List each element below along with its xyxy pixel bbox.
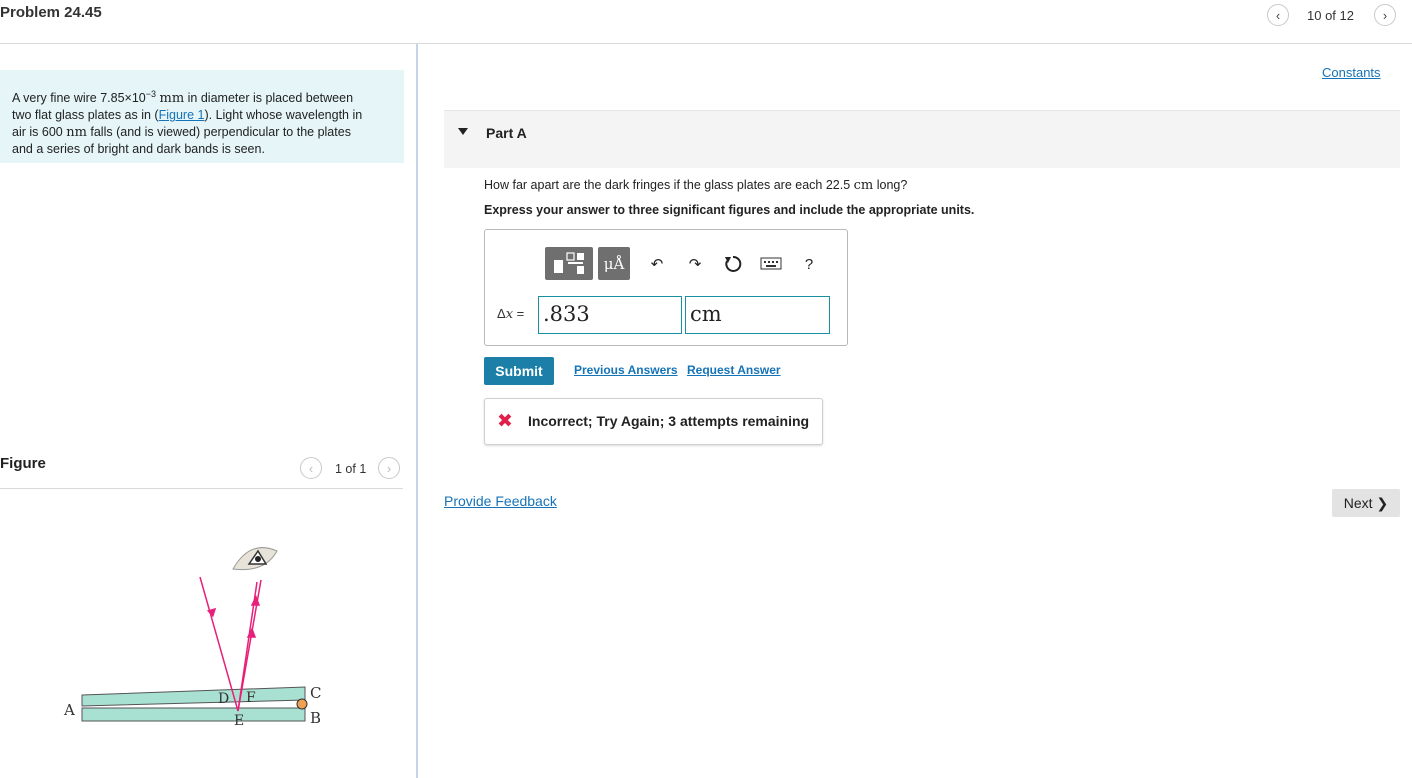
wire bbox=[296, 698, 308, 710]
statement-line-4: and a series of bright and dark bands is… bbox=[12, 142, 265, 157]
redo-icon[interactable]: ↷ bbox=[682, 255, 708, 273]
chevron-left-icon: ‹ bbox=[1275, 7, 1281, 23]
templates-button[interactable] bbox=[545, 247, 593, 280]
part-a-header[interactable] bbox=[444, 110, 1400, 168]
statement-line-2: two flat glass plates as in (Figure 1). … bbox=[12, 108, 363, 123]
previous-figure-button[interactable]: ‹ bbox=[300, 457, 322, 479]
statement-line-3: air is 600 nm falls (and is viewed) perp… bbox=[12, 124, 351, 140]
next-figure-button[interactable]: › bbox=[378, 457, 400, 479]
label-b: B bbox=[310, 709, 321, 727]
reset-icon[interactable] bbox=[720, 254, 746, 278]
answer-label: Δx = bbox=[497, 306, 525, 322]
request-answer-link[interactable]: Request Answer bbox=[687, 363, 781, 377]
figure-1-link[interactable]: Figure 1 bbox=[159, 108, 205, 122]
header-divider bbox=[0, 43, 1412, 44]
units-button[interactable]: μÅ bbox=[598, 247, 630, 280]
problem-title: Problem 24.45 bbox=[0, 4, 102, 21]
keyboard-glyph bbox=[760, 257, 782, 270]
question-text: How far apart are the dark fringes if th… bbox=[484, 178, 908, 193]
figure-title: Figure bbox=[0, 455, 46, 472]
help-button[interactable]: ? bbox=[796, 256, 822, 273]
upper-glass-plate bbox=[81, 686, 306, 707]
label-d: D bbox=[218, 691, 229, 707]
chevron-right-icon: ❯ bbox=[1376, 494, 1389, 511]
answer-box: μÅ ↶ ↷ ? Δx = .833 cm bbox=[484, 229, 848, 346]
problem-statement: A very fine wire 7.85×10−3 mm in diamete… bbox=[0, 70, 404, 163]
chevron-left-icon: ‹ bbox=[308, 460, 314, 476]
wedge-figure: A B C D F E bbox=[63, 547, 321, 729]
answer-value-input[interactable]: .833 bbox=[538, 296, 682, 334]
label-a: A bbox=[63, 701, 75, 719]
label-f: F bbox=[246, 690, 256, 706]
reset-glyph bbox=[725, 255, 742, 272]
previous-answers-link[interactable]: Previous Answers bbox=[574, 363, 678, 377]
panel-divider bbox=[416, 44, 418, 778]
label-c: C bbox=[310, 684, 321, 702]
feedback-message: Incorrect; Try Again; 3 attempts remaini… bbox=[528, 413, 810, 429]
figure-counter: 1 of 1 bbox=[335, 462, 367, 476]
instruction-text: Express your answer to three significant… bbox=[484, 203, 975, 217]
feedback-box: ✖ Incorrect; Try Again; 3 attempts remai… bbox=[484, 398, 823, 445]
undo-icon[interactable]: ↶ bbox=[644, 255, 670, 273]
error-x-icon: ✖ bbox=[497, 411, 513, 432]
answer-unit-input[interactable]: cm bbox=[685, 296, 830, 334]
provide-feedback-link[interactable]: Provide Feedback bbox=[444, 493, 557, 509]
next-problem-button[interactable]: › bbox=[1374, 4, 1396, 26]
problem-pager: 10 of 12 bbox=[1307, 8, 1354, 23]
chevron-right-icon: › bbox=[386, 460, 392, 476]
chevron-right-icon: › bbox=[1382, 7, 1388, 23]
part-a-label: Part A bbox=[486, 125, 527, 141]
templates-icon bbox=[554, 252, 584, 274]
constants-link[interactable]: Constants bbox=[1322, 65, 1381, 80]
lower-glass-plate bbox=[81, 707, 306, 722]
previous-problem-button[interactable]: ‹ bbox=[1267, 4, 1289, 26]
eye-icon bbox=[232, 547, 278, 571]
statement-line-1: A very fine wire 7.85×10−3 mm in diamete… bbox=[12, 89, 354, 107]
submit-button[interactable]: Submit bbox=[484, 357, 554, 385]
keyboard-icon[interactable] bbox=[758, 257, 784, 275]
next-button[interactable]: Next ❯ bbox=[1332, 489, 1400, 517]
caret-down-icon[interactable] bbox=[458, 128, 468, 135]
label-e: E bbox=[234, 713, 244, 729]
